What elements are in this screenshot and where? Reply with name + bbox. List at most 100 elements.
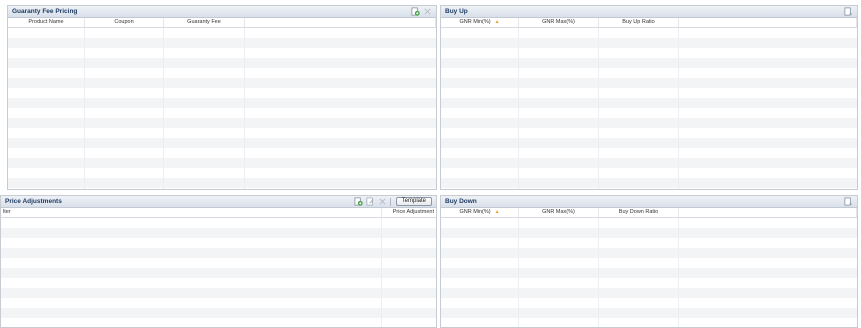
table-row[interactable]	[441, 138, 857, 148]
table-row[interactable]	[441, 318, 857, 327]
table-row[interactable]	[441, 128, 857, 138]
table-cell	[599, 148, 679, 158]
table-row[interactable]	[1, 288, 436, 298]
table-row[interactable]	[441, 248, 857, 258]
panel-title: Buy Down	[445, 198, 477, 205]
table-row[interactable]	[8, 88, 436, 98]
column-header-price-adjustment[interactable]: Price Adjustment	[382, 208, 436, 217]
add-icon[interactable]	[844, 197, 853, 206]
table-cell	[599, 118, 679, 128]
table-cell	[8, 168, 85, 178]
toolbar: Template	[354, 197, 432, 206]
table-row[interactable]	[8, 98, 436, 108]
table-row[interactable]	[441, 88, 857, 98]
table-row[interactable]	[8, 28, 436, 38]
table-row[interactable]	[441, 118, 857, 128]
table-row[interactable]	[441, 108, 857, 118]
table-row[interactable]	[1, 228, 436, 238]
table-row[interactable]	[441, 68, 857, 78]
table-row[interactable]	[441, 148, 857, 158]
column-header-gnr-min[interactable]: GNR Min(%) ▲	[441, 208, 519, 217]
table-row[interactable]	[441, 228, 857, 238]
table-cell	[164, 148, 245, 158]
table-cell	[8, 148, 85, 158]
table-row[interactable]	[1, 268, 436, 278]
table-row[interactable]	[441, 268, 857, 278]
table-cell	[8, 128, 85, 138]
table-row[interactable]	[441, 188, 857, 189]
column-header-gnr-max[interactable]: GNR Max(%)	[519, 208, 599, 217]
table-row[interactable]	[441, 258, 857, 268]
table-cell	[441, 298, 519, 308]
table-cell	[1, 238, 382, 248]
table-row[interactable]	[8, 108, 436, 118]
add-icon[interactable]	[411, 7, 420, 16]
add-icon[interactable]	[844, 7, 853, 16]
table-row[interactable]	[1, 238, 436, 248]
table-cell	[679, 218, 857, 228]
table-row[interactable]	[441, 178, 857, 188]
column-header-product-name[interactable]: Product Name	[8, 18, 85, 27]
table-row[interactable]	[1, 298, 436, 308]
table-row[interactable]	[441, 78, 857, 88]
table-cell	[245, 28, 436, 38]
table-row[interactable]	[441, 168, 857, 178]
table-row[interactable]	[8, 128, 436, 138]
table-row[interactable]	[441, 278, 857, 288]
table-cell	[441, 178, 519, 188]
table-row[interactable]	[8, 78, 436, 88]
table-row[interactable]	[8, 178, 436, 188]
table-cell	[164, 78, 245, 88]
add-icon[interactable]	[354, 197, 363, 206]
column-header-gnr-min[interactable]: GNR Min(%) ▲	[441, 18, 519, 27]
table-row[interactable]	[441, 48, 857, 58]
table-row[interactable]	[1, 318, 436, 327]
table-row[interactable]	[441, 238, 857, 248]
column-header-buy-up-ratio[interactable]: Buy Up Ratio	[599, 18, 679, 27]
table-row[interactable]	[8, 58, 436, 68]
table-row[interactable]	[441, 298, 857, 308]
table-cell	[519, 228, 599, 238]
table-row[interactable]	[8, 118, 436, 128]
table-row[interactable]	[1, 278, 436, 288]
table-row[interactable]	[1, 308, 436, 318]
table-row[interactable]	[441, 158, 857, 168]
table-cell	[441, 128, 519, 138]
table-row[interactable]	[8, 48, 436, 58]
panel-title: Price Adjustments	[5, 198, 62, 205]
table-row[interactable]	[1, 258, 436, 268]
edit-icon[interactable]	[366, 197, 375, 206]
table-row[interactable]	[441, 218, 857, 228]
column-header-filter[interactable]: lter	[1, 208, 382, 217]
table-cell	[679, 128, 857, 138]
table-row[interactable]	[8, 138, 436, 148]
table-row[interactable]	[441, 58, 857, 68]
table-row[interactable]	[8, 38, 436, 48]
table-row[interactable]	[441, 28, 857, 38]
delete-icon[interactable]	[378, 197, 387, 206]
table-row[interactable]	[8, 158, 436, 168]
table-row[interactable]	[8, 188, 436, 189]
table-cell	[8, 138, 85, 148]
table-row[interactable]	[1, 218, 436, 228]
table-cell	[599, 28, 679, 38]
column-header-guaranty-fee[interactable]: Guaranty Fee	[164, 18, 245, 27]
delete-icon[interactable]	[423, 7, 432, 16]
table-row[interactable]	[8, 68, 436, 78]
table-cell	[519, 298, 599, 308]
table-cell	[85, 48, 164, 58]
table-row[interactable]	[441, 288, 857, 298]
table-row[interactable]	[8, 148, 436, 158]
template-button[interactable]: Template	[395, 197, 432, 206]
table-row[interactable]	[441, 308, 857, 318]
table-cell	[164, 118, 245, 128]
table-row[interactable]	[1, 248, 436, 258]
column-header-coupon[interactable]: Coupon	[85, 18, 164, 27]
table-row[interactable]	[441, 38, 857, 48]
table-cell	[85, 68, 164, 78]
column-header-gnr-max[interactable]: GNR Max(%)	[519, 18, 599, 27]
table-row[interactable]	[441, 98, 857, 108]
table-row[interactable]	[8, 168, 436, 178]
column-header-buy-down-ratio[interactable]: Buy Down Ratio	[599, 208, 679, 217]
toolbar	[844, 197, 853, 206]
